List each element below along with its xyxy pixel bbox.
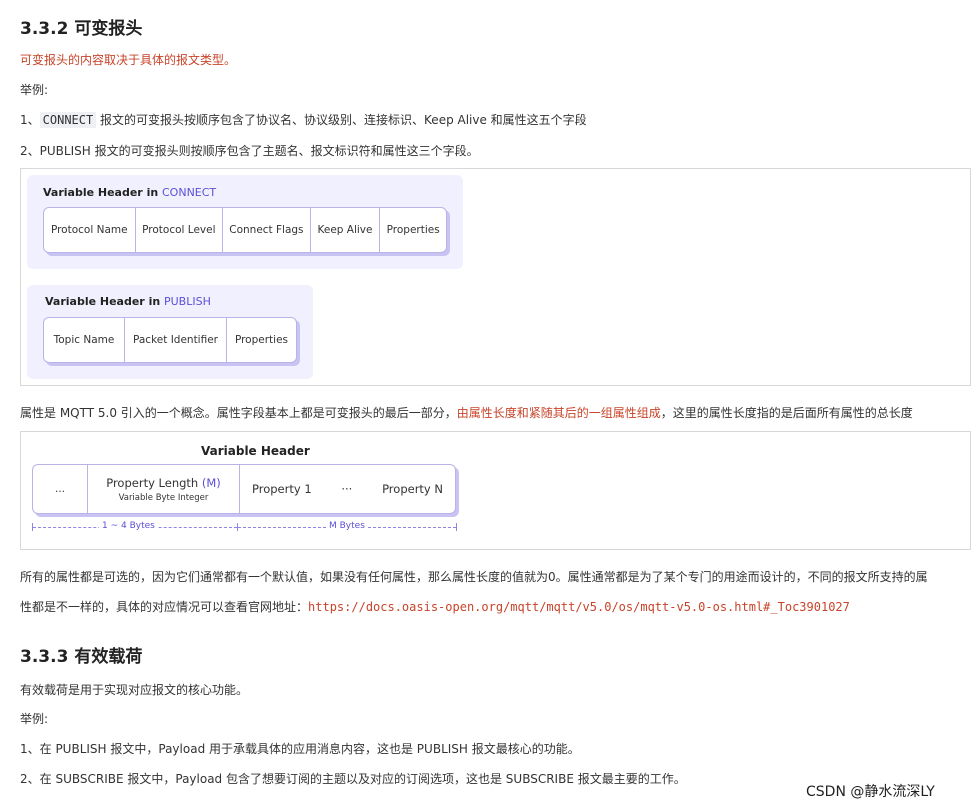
dimension-label-props: M Bytes [326, 521, 368, 531]
properties-paragraph: 属性是 MQTT 5.0 引入的一个概念。属性字段基本上都是可变报头的最后一部分… [20, 406, 913, 420]
dimension-tick [456, 523, 457, 531]
ellipsis-cell: ... [33, 465, 88, 513]
line-rest: 报文的可变报头按顺序包含了协议名、协议级别、连接标识、Keep Alive 和属… [96, 113, 587, 127]
connect-fields-row: Protocol Name Protocol Level Connect Fla… [43, 207, 447, 253]
figure-variable-header-types: Variable Header in CONNECT Protocol Name… [20, 168, 971, 386]
field-cell: Keep Alive [311, 208, 381, 252]
inline-code: CONNECT [39, 112, 97, 128]
connect-panel-title: Variable Header in CONNECT [43, 186, 217, 199]
connect-panel: Variable Header in CONNECT Protocol Name… [27, 175, 463, 269]
figure-title: Variable Header [201, 444, 310, 458]
property-fields-row: ... Property Length (M) Variable Byte In… [32, 464, 456, 514]
figure-property-structure: Variable Header ... Property Length (M) … [20, 431, 971, 550]
subtitle-note: 可变报头的内容取决于具体的报文类型。 [20, 53, 237, 67]
section-heading-3-3-3: 3.3.3 有效载荷 [20, 647, 143, 667]
example-label: 举例: [20, 712, 49, 726]
example-label: 举例: [20, 83, 49, 97]
publish-fields-row: Topic Name Packet Identifier Properties [43, 317, 297, 363]
payload-description: 有效载荷是用于实现对应报文的核心功能。 [20, 683, 249, 697]
properties-cell: Property 1 ··· Property N [252, 482, 443, 496]
publish-panel-title: Variable Header in PUBLISH [45, 295, 211, 308]
spec-url-link[interactable]: https://docs.oasis-open.org/mqtt/mqtt/v5… [308, 600, 850, 614]
field-cell: Protocol Level [136, 208, 224, 252]
field-cell: Properties [234, 334, 289, 346]
example-line-1: 1、 CONNECT 报文的可变报头按顺序包含了协议名、协议级别、连接标识、Kee… [20, 111, 587, 128]
payload-example-2: 2、在 SUBSCRIBE 报文中，Payload 包含了想要订阅的主题以及对应… [20, 772, 686, 786]
dimension-label-length: 1 ~ 4 Bytes [99, 521, 158, 531]
example-line-2: 2、PUBLISH 报文的可变报头则按顺序包含了主题名、报文标识符和属性这三个字… [20, 144, 479, 158]
field-cell: Properties [386, 224, 440, 236]
official-site-paragraph: 性都是不一样的，具体的对应情况可以查看官网地址：https://docs.oas… [20, 600, 850, 614]
field-cell: Packet Identifier [125, 318, 227, 362]
publish-panel: Variable Header in PUBLISH Topic Name Pa… [27, 285, 313, 379]
optional-properties-paragraph: 所有的属性都是可选的，因为它们通常都有一个默认值，如果没有任何属性，那么属性长度… [20, 570, 928, 584]
property-length-cell: Property Length (M) Variable Byte Intege… [88, 465, 240, 513]
field-cell: Protocol Name [44, 208, 136, 252]
section-heading-3-3-2: 3.3.2 可变报头 [20, 19, 143, 39]
line-prefix: 1、 [20, 113, 40, 127]
field-cell: Topic Name [44, 318, 125, 362]
payload-example-1: 1、在 PUBLISH 报文中，Payload 用于承载具体的应用消息内容，这也… [20, 742, 580, 756]
field-cell: Connect Flags [223, 208, 311, 252]
csdn-watermark: CSDN @静水流深LY [806, 784, 935, 800]
